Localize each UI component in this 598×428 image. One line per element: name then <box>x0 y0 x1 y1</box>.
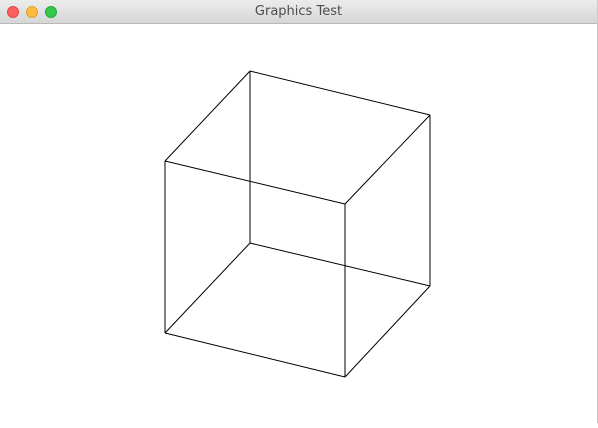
app-window: Graphics Test <box>0 0 598 423</box>
graphics-canvas[interactable] <box>0 24 597 423</box>
cube-edge <box>249 242 431 287</box>
cube-edge <box>164 242 251 334</box>
cube-edge <box>164 160 346 205</box>
cube-edge <box>164 70 251 162</box>
window-title: Graphics Test <box>254 4 343 19</box>
cube-edge <box>344 285 431 378</box>
cube-wireframe <box>164 70 431 378</box>
title-bar[interactable]: Graphics Test <box>0 0 597 24</box>
cube-edge <box>249 70 431 116</box>
cube-edge <box>344 114 431 205</box>
cube-drawing <box>164 70 431 378</box>
cube-edge <box>164 332 346 378</box>
